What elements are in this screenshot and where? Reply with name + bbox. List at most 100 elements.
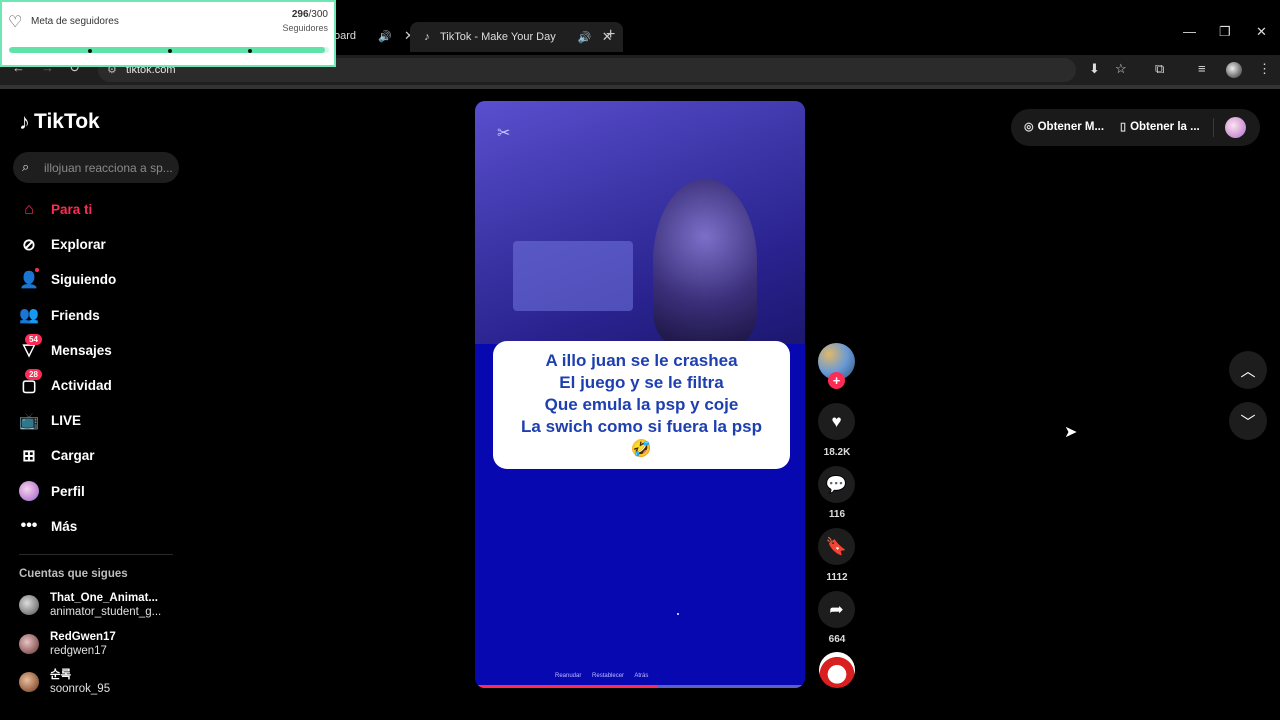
avatar bbox=[19, 634, 39, 654]
extensions-icon[interactable]: ⧉ bbox=[1155, 61, 1164, 77]
get-app-button[interactable]: ▯ Obtener la ... bbox=[1120, 120, 1200, 134]
video-caption-box: A illo juan se le crashea El juego y se … bbox=[493, 341, 790, 469]
account-name: 순록 bbox=[50, 669, 72, 681]
bookmark-star-icon[interactable]: ☆ bbox=[1115, 61, 1127, 77]
sidebar-item-label: Explorar bbox=[51, 237, 106, 253]
sidebar-item-siguiendo[interactable]: 👤 Siguiendo bbox=[19, 262, 179, 297]
upload-icon: ⊞ bbox=[22, 447, 36, 465]
get-app-label: Obtener la ... bbox=[1130, 120, 1200, 133]
close-window-icon[interactable]: ✕ bbox=[1256, 24, 1267, 40]
previous-video-button[interactable]: ︿ bbox=[1229, 351, 1267, 389]
comment-button[interactable]: 💬 bbox=[818, 466, 855, 503]
goal-subtitle: Seguidores bbox=[282, 23, 328, 33]
sidebar-item-label: LIVE bbox=[51, 413, 82, 429]
sidebar-item-explorar[interactable]: ⊘ Explorar bbox=[19, 227, 179, 262]
tab-tiktok[interactable]: ♪ TikTok - Make Your Day 🔊 ✕ bbox=[410, 22, 623, 52]
save-button[interactable]: 🔖 bbox=[818, 528, 855, 565]
tab-tiktok-label: TikTok - Make Your Day bbox=[440, 31, 556, 43]
follow-plus-icon[interactable]: + bbox=[828, 372, 845, 389]
sidebar-item-label: Siguiendo bbox=[51, 272, 117, 288]
media-controls-icon[interactable]: ≡ bbox=[1198, 61, 1206, 76]
followed-account[interactable]: 순록 soonrok_95 bbox=[19, 668, 110, 696]
more-icon: ••• bbox=[20, 517, 38, 535]
followed-account[interactable]: RedGwen17 redgwen17 bbox=[19, 630, 116, 658]
get-coins-button[interactable]: ◎ Obtener M... bbox=[1024, 120, 1104, 134]
video-background-desk bbox=[513, 241, 633, 311]
tiktok-logo[interactable]: ♪ TikTok bbox=[19, 109, 100, 135]
goal-milestone-dot bbox=[88, 49, 92, 53]
sidebar-item-label: Perfil bbox=[51, 483, 85, 499]
chevron-up-icon: ︿ bbox=[1240, 362, 1256, 380]
search-placeholder: illojuan reacciona a sp... bbox=[44, 160, 173, 175]
mouse-cursor-icon: ➤ bbox=[1064, 424, 1078, 441]
following-section-title: Cuentas que sigues bbox=[19, 568, 128, 580]
bookmark-icon: 🔖 bbox=[825, 536, 848, 556]
share-button[interactable]: ➦ bbox=[818, 591, 855, 628]
goal-title: Meta de seguidores bbox=[31, 16, 119, 27]
music-disc-avatar[interactable] bbox=[819, 652, 855, 688]
user-avatar[interactable] bbox=[1225, 117, 1246, 138]
speaker-icon[interactable]: 🔊 bbox=[578, 30, 592, 44]
tab-partial-label: oard bbox=[334, 30, 357, 42]
mini-control-label: Restablecer bbox=[592, 673, 625, 679]
goal-milestone-dot bbox=[248, 49, 252, 53]
sidebar-item-perfil[interactable]: Perfil bbox=[19, 474, 179, 509]
share-arrow-icon: ➦ bbox=[829, 599, 844, 619]
avatar bbox=[19, 672, 39, 692]
caption-line: A illo juan se le crashea bbox=[545, 351, 738, 370]
chevron-down-icon: ﹀ bbox=[1240, 413, 1256, 431]
new-tab-button[interactable]: + bbox=[606, 26, 615, 44]
sidebar-item-label: Para ti bbox=[51, 202, 93, 218]
video-speck bbox=[677, 613, 679, 615]
comment-count: 116 bbox=[828, 509, 846, 520]
goal-count: 296/300 bbox=[292, 9, 328, 20]
account-name: RedGwen17 bbox=[50, 631, 116, 643]
phone-icon: ▯ bbox=[1120, 121, 1127, 133]
messages-badge: 54 bbox=[25, 333, 42, 345]
like-button[interactable]: ♥ bbox=[818, 403, 855, 440]
goal-current: 296 bbox=[291, 9, 309, 20]
sidebar-item-label: Friends bbox=[51, 307, 100, 323]
goal-milestone-dot bbox=[168, 49, 172, 53]
sidebar-item-mensajes[interactable]: ▽ 54 Mensajes bbox=[19, 333, 179, 368]
browser-menu-icon[interactable]: ⋮ bbox=[1258, 61, 1271, 77]
minimize-icon[interactable]: — bbox=[1183, 24, 1196, 39]
video-player[interactable]: ✂ A illo juan se le crashea El juego y s… bbox=[475, 101, 805, 688]
sidebar-item-label: Actividad bbox=[51, 378, 112, 394]
following-icon: 👤 bbox=[19, 271, 39, 289]
tiktok-note-icon: ♪ bbox=[19, 109, 30, 134]
sidebar-item-cargar[interactable]: ⊞ Cargar bbox=[19, 438, 179, 473]
caption-line: La swich como si fuera la psp bbox=[521, 417, 762, 436]
install-app-icon[interactable]: ⬇ bbox=[1089, 61, 1100, 77]
sidebar-item-actividad[interactable]: ▢ 28 Actividad bbox=[19, 368, 179, 403]
coin-icon: ◎ bbox=[1024, 121, 1034, 133]
sidebar-item-mas[interactable]: ••• Más bbox=[19, 509, 179, 544]
video-progress-bar[interactable] bbox=[475, 685, 805, 688]
comment-icon: 💬 bbox=[825, 474, 848, 494]
toolbar-bottom-strip bbox=[0, 85, 1280, 89]
restore-icon[interactable]: ❐ bbox=[1219, 24, 1231, 40]
caption-line: Que emula la psp y coje bbox=[544, 395, 739, 414]
sidebar-item-friends[interactable]: 👥 Friends bbox=[19, 298, 179, 333]
browser-profile-avatar[interactable] bbox=[1226, 62, 1242, 78]
next-video-button[interactable]: ﹀ bbox=[1229, 402, 1267, 440]
tiktok-favicon-icon: ♪ bbox=[424, 31, 430, 43]
sidebar-item-label: Mensajes bbox=[51, 342, 112, 358]
avatar bbox=[19, 595, 39, 615]
live-tv-icon: 📺 bbox=[19, 412, 39, 430]
tab-partial[interactable]: oard 🔊 ✕ bbox=[334, 24, 415, 48]
search-input[interactable]: ⌕ illojuan reacciona a sp... bbox=[13, 152, 179, 183]
account-handle: animator_student_g... bbox=[50, 606, 162, 618]
speaker-icon[interactable]: 🔊 bbox=[378, 29, 392, 43]
sidebar-item-para-ti[interactable]: ⌂ Para ti bbox=[19, 192, 179, 227]
activity-badge: 28 bbox=[25, 368, 42, 380]
home-icon: ⌂ bbox=[24, 200, 34, 218]
sidebar-item-live[interactable]: 📺 LIVE bbox=[19, 403, 179, 438]
logo-text: TikTok bbox=[34, 110, 100, 133]
goal-progress-fill bbox=[9, 47, 325, 53]
sidebar-item-label: Más bbox=[51, 518, 78, 534]
followed-account[interactable]: That_One_Animat... animator_student_g... bbox=[19, 591, 161, 619]
capcut-watermark-icon: ✂ bbox=[497, 125, 511, 142]
search-icon[interactable]: ⌕ bbox=[22, 159, 29, 175]
pill-divider bbox=[1213, 118, 1214, 137]
